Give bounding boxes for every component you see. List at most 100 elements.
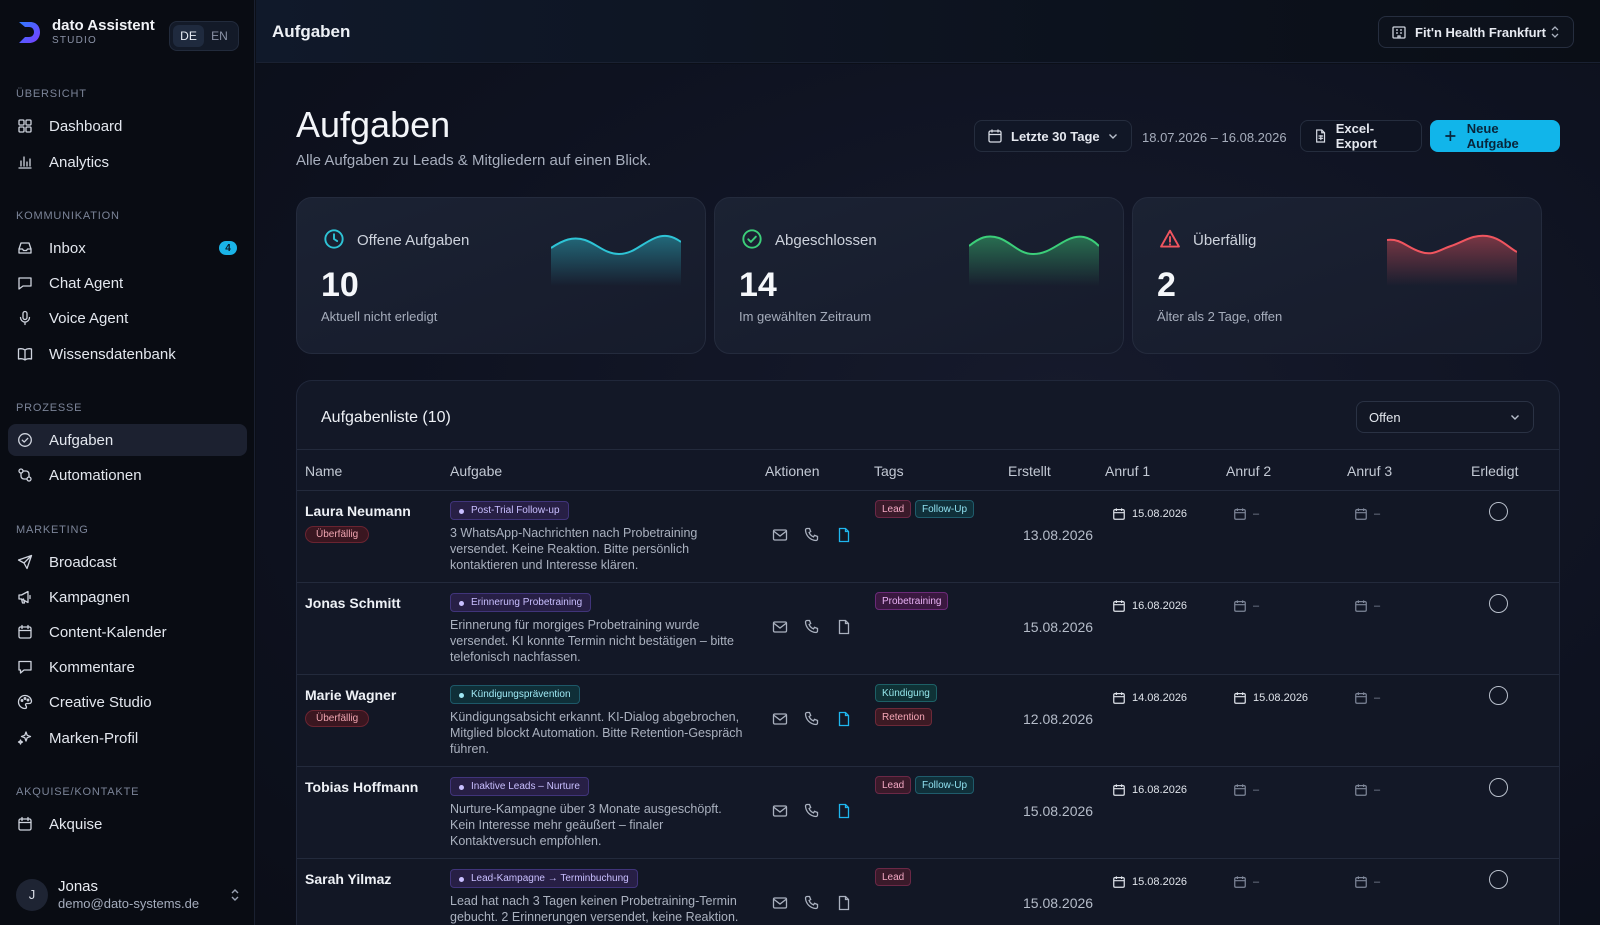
table-row[interactable]: Sarah Yilmaz Lead-Kampagne → Terminbuchun… [297, 859, 1559, 925]
column-header-erledigt[interactable]: Erledigt [1471, 463, 1518, 479]
done-checkbox[interactable] [1489, 778, 1508, 797]
lang-en-button[interactable]: EN [204, 25, 235, 47]
table-row[interactable]: Laura Neumann Überfällig Post-Trial Follow… [297, 491, 1559, 583]
sidebar-item-analytics[interactable]: Analytics [8, 146, 247, 178]
mail-icon[interactable] [772, 619, 788, 635]
call-3-date[interactable]: – [1354, 691, 1380, 705]
avatar: J [16, 878, 48, 911]
done-checkbox[interactable] [1489, 686, 1508, 705]
sidebar-item-content-kalender[interactable]: Content-Kalender [8, 616, 247, 648]
contact-name[interactable]: Jonas Schmitt [305, 595, 401, 611]
phone-icon[interactable] [804, 619, 820, 635]
call-2-date[interactable]: – [1233, 783, 1259, 797]
contact-name[interactable]: Sarah Yilmaz [305, 871, 391, 887]
new-task-button[interactable]: Neue Aufgabe [1430, 120, 1560, 152]
call-3-date[interactable]: – [1354, 507, 1380, 521]
call-date-value: – [1374, 784, 1381, 796]
kpi-card-abgeschlossen[interactable]: Abgeschlossen 14 Im gewählten Zeitraum [714, 197, 1124, 354]
building-icon [1392, 26, 1406, 39]
mail-icon[interactable] [772, 527, 788, 543]
status-filter-label: Offen [1369, 409, 1401, 425]
column-header-erstellt[interactable]: Erstellt [1008, 463, 1051, 479]
sidebar-item-kommentare[interactable]: Kommentare [8, 651, 247, 683]
kpi-value: 2 [1157, 266, 1176, 304]
sidebar-item-marken-profil[interactable]: Marken-Profil [8, 722, 247, 754]
kpi-label: Offene Aufgaben [357, 232, 470, 249]
task-list-title: Aufgabenliste (10) [321, 409, 451, 426]
sidebar-item-chat-agent[interactable]: Chat Agent [8, 267, 247, 299]
phone-icon[interactable] [804, 527, 820, 543]
sidebar-item-automationen[interactable]: Automationen [8, 459, 247, 491]
phone-icon[interactable] [804, 711, 820, 727]
sidebar-item-kampagnen[interactable]: Kampagnen [8, 581, 247, 613]
done-checkbox[interactable] [1489, 594, 1508, 613]
status-filter-dropdown[interactable]: Offen [1356, 401, 1534, 433]
book-icon [17, 348, 33, 361]
call-2-date[interactable]: – [1233, 599, 1259, 613]
sparkline-chart [1387, 234, 1517, 286]
document-icon[interactable] [836, 527, 852, 543]
document-icon[interactable] [836, 803, 852, 819]
lang-de-button[interactable]: DE [173, 25, 204, 47]
sidebar-item-inbox[interactable]: Inbox 4 [8, 232, 247, 264]
kpi-card-offene-aufgaben[interactable]: Offene Aufgaben 10 Aktuell nicht erledigt [296, 197, 706, 354]
phone-icon[interactable] [804, 895, 820, 911]
column-header-anruf-2[interactable]: Anruf 2 [1226, 463, 1271, 479]
call-3-date[interactable]: – [1354, 783, 1380, 797]
table-row[interactable]: Marie Wagner Überfällig Kündigungspräventi… [297, 675, 1559, 767]
sidebar-item-wissensdatenbank[interactable]: Wissensdatenbank [8, 338, 247, 370]
sidebar-item-creative-studio[interactable]: Creative Studio [8, 686, 247, 718]
brand[interactable]: dato Assistent STUDIO [16, 18, 155, 46]
call-1-date[interactable]: 15.08.2026 [1112, 875, 1187, 889]
sidebar-item-dashboard[interactable]: Dashboard [8, 110, 247, 142]
nav-section-title: MARKETING [16, 524, 89, 536]
location-selector[interactable]: Fit'n Health Frankfurt [1378, 16, 1574, 48]
column-header-tags[interactable]: Tags [874, 463, 904, 479]
document-icon[interactable] [836, 895, 852, 911]
call-1-date[interactable]: 14.08.2026 [1112, 691, 1187, 705]
table-row[interactable]: Tobias Hoffmann Inaktive Leads – Nurture N… [297, 767, 1559, 859]
mail-icon[interactable] [772, 803, 788, 819]
date-filter-dropdown[interactable]: Letzte 30 Tage [974, 120, 1132, 152]
done-checkbox[interactable] [1489, 870, 1508, 889]
document-icon[interactable] [836, 619, 852, 635]
kpi-card-ueberfaellig[interactable]: Überfällig 2 Älter als 2 Tage, offen [1132, 197, 1542, 354]
workflow-icon [18, 468, 32, 482]
mail-icon[interactable] [772, 711, 788, 727]
call-3-date[interactable]: – [1354, 599, 1380, 613]
user-menu[interactable]: J Jonas demo@dato-systems.de [16, 878, 242, 912]
done-checkbox[interactable] [1489, 502, 1508, 521]
calendar-icon [1234, 692, 1246, 704]
brand-sub: STUDIO [52, 35, 97, 46]
column-header-aktionen[interactable]: Aktionen [765, 463, 819, 479]
excel-export-button[interactable]: Excel-Export [1300, 120, 1422, 152]
phone-icon[interactable] [804, 803, 820, 819]
document-icon[interactable] [836, 711, 852, 727]
tag-probetraining: Probetraining [875, 592, 949, 610]
call-1-date[interactable]: 15.08.2026 [1112, 507, 1187, 521]
contact-name[interactable]: Tobias Hoffmann [305, 779, 418, 795]
table-row[interactable]: Jonas Schmitt Erinnerung Probetraining Eri… [297, 583, 1559, 675]
call-3-date[interactable]: – [1354, 875, 1380, 889]
chevron-up-down-icon[interactable] [228, 888, 242, 902]
sidebar-item-broadcast[interactable]: Broadcast [8, 546, 247, 578]
call-1-date[interactable]: 16.08.2026 [1112, 783, 1187, 797]
call-1-date[interactable]: 16.08.2026 [1112, 599, 1187, 613]
column-header-anruf-3[interactable]: Anruf 3 [1347, 463, 1392, 479]
mail-icon[interactable] [772, 895, 788, 911]
sidebar-item-akquise[interactable]: Akquise [8, 808, 247, 840]
call-2-date[interactable]: 15.08.2026 [1233, 691, 1308, 705]
column-header-name[interactable]: Name [305, 463, 342, 479]
kpi-value: 10 [321, 266, 359, 304]
sidebar-item-aufgaben[interactable]: Aufgaben [8, 424, 247, 456]
column-header-aufgabe[interactable]: Aufgabe [450, 463, 502, 479]
column-header-anruf-1[interactable]: Anruf 1 [1105, 463, 1150, 479]
sidebar-item-voice-agent[interactable]: Voice Agent [8, 302, 247, 334]
created-date: 15.08.2026 [1023, 803, 1094, 819]
call-2-date[interactable]: – [1233, 875, 1259, 889]
call-date-value: – [1374, 692, 1381, 704]
call-2-date[interactable]: – [1233, 507, 1259, 521]
contact-name[interactable]: Marie Wagner [305, 687, 396, 703]
contact-name[interactable]: Laura Neumann [305, 503, 411, 519]
sidebar-item-label: Dashboard [49, 117, 123, 135]
